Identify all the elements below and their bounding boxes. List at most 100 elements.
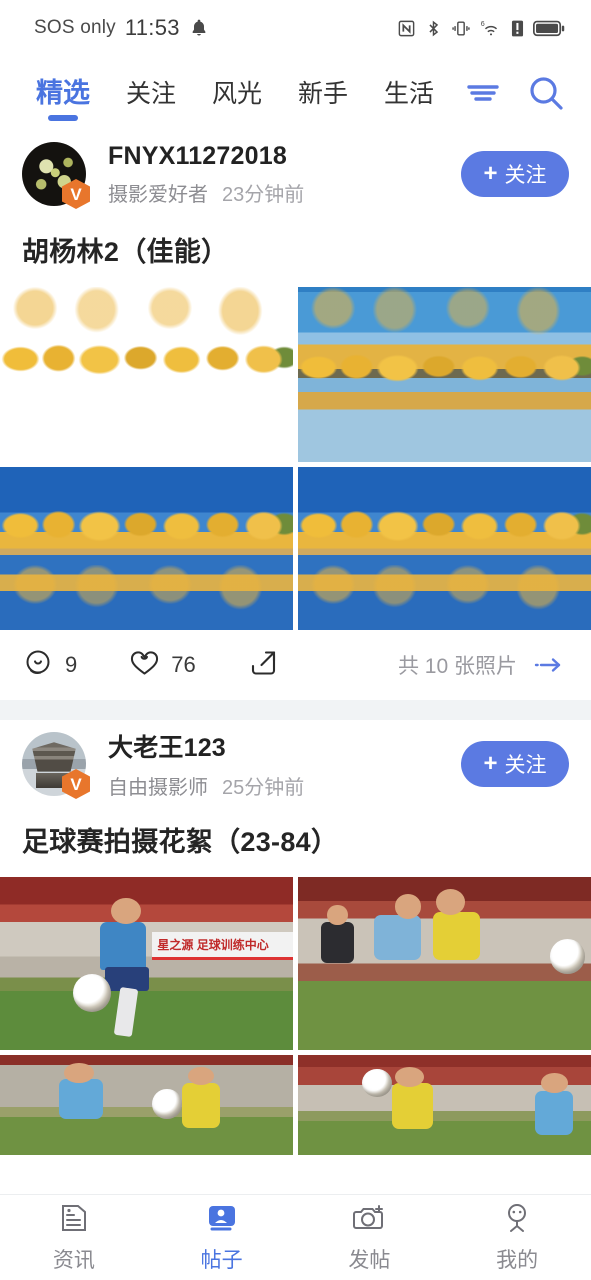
avatar[interactable]: V <box>22 732 90 799</box>
profile-icon <box>501 1201 533 1235</box>
posts-icon <box>206 1201 238 1235</box>
bluetooth-icon <box>425 19 442 38</box>
player-head <box>541 1073 568 1093</box>
bottom-navigation: 资讯 帖子 发帖 我的 <box>0 1194 591 1280</box>
arrow-right-icon[interactable] <box>533 654 567 676</box>
comment-action[interactable]: 9 <box>24 648 77 683</box>
player-leg <box>113 986 139 1038</box>
news-icon <box>58 1201 90 1235</box>
tab-jingxuan[interactable]: 精选 <box>18 77 108 121</box>
post-image-grid <box>0 287 591 630</box>
username: 大老王123 <box>108 734 226 762</box>
username: FNYX11272018 <box>108 141 287 170</box>
follow-button[interactable]: + 关注 <box>461 741 569 787</box>
post-user-meta: 大老王123 自由摄影师 25分钟前 <box>86 728 461 800</box>
nav-item-compose[interactable]: 发帖 <box>296 1201 444 1274</box>
post-title: 胡杨林2（佳能） <box>22 237 229 267</box>
player-torso <box>321 921 354 964</box>
plus-icon: + <box>483 750 498 777</box>
player-head <box>435 889 465 916</box>
nav-label: 发帖 <box>348 1249 391 1272</box>
tab-shenghuo[interactable]: 生活 <box>366 79 452 108</box>
tab-label: 风光 <box>212 79 263 108</box>
status-bar-left: SOS only 11:53 <box>34 15 209 41</box>
post-image[interactable] <box>298 467 591 630</box>
tab-label: 生活 <box>384 79 435 108</box>
user-subline: 摄影爱好者 23分钟前 <box>108 178 461 207</box>
comment-icon <box>24 648 54 683</box>
top-tab-bar: 精选 关注 风光 新手 生活 <box>0 56 591 130</box>
player-torso <box>181 1083 220 1128</box>
tab-list: 精选 关注 风光 新手 生活 <box>18 77 465 121</box>
post-divider <box>0 700 591 720</box>
plus-icon: + <box>483 160 498 187</box>
post-header: V FNYX11272018 摄影爱好者 23分钟前 + 关注 <box>0 130 591 216</box>
nav-label: 我的 <box>496 1249 539 1272</box>
active-tab-indicator <box>48 114 78 121</box>
player-head <box>111 897 141 924</box>
hamburger-menu-icon[interactable] <box>465 80 501 106</box>
soccer-ball <box>549 939 586 974</box>
post-time: 23分钟前 <box>222 183 305 206</box>
share-action[interactable] <box>248 648 278 683</box>
like-action[interactable]: 76 <box>129 648 196 682</box>
tab-guanzhu[interactable]: 关注 <box>108 81 194 107</box>
nfc-icon <box>397 19 416 38</box>
vibrate-icon <box>451 19 471 38</box>
battery-icon <box>533 19 565 38</box>
post-card[interactable]: V FNYX11272018 摄影爱好者 23分钟前 + 关注 胡杨林2（佳能） <box>0 130 591 700</box>
post-image[interactable] <box>0 467 293 630</box>
user-role: 摄影爱好者 <box>108 183 208 206</box>
follow-button[interactable]: + 关注 <box>461 151 569 197</box>
field-banner: 星之源 足球训练中心 <box>152 932 293 961</box>
carrier-label: SOS only <box>34 17 116 38</box>
clock-label: 11:53 <box>124 15 180 40</box>
player-head <box>394 894 422 919</box>
header-actions <box>465 74 569 112</box>
user-role: 自由摄影师 <box>108 777 208 799</box>
nav-item-profile[interactable]: 我的 <box>443 1201 591 1274</box>
alert-icon <box>511 19 524 38</box>
search-icon[interactable] <box>527 74 565 112</box>
post-image[interactable] <box>298 1055 591 1155</box>
tab-xinshou[interactable]: 新手 <box>280 81 366 107</box>
player-torso <box>99 921 147 971</box>
player-torso <box>391 1083 433 1129</box>
camera-plus-icon <box>352 1201 386 1235</box>
player-torso <box>535 1091 574 1135</box>
soccer-ball <box>362 1069 392 1097</box>
tab-fengguang[interactable]: 风光 <box>194 79 280 108</box>
follow-label: 关注 <box>504 164 547 187</box>
avatar[interactable]: V <box>22 142 90 209</box>
post-card[interactable]: V 大老王123 自由摄影师 25分钟前 + 关注 足球赛拍摄花絮（23-84）… <box>0 720 591 1155</box>
player-head <box>327 904 348 926</box>
post-image[interactable] <box>298 877 591 1050</box>
player-head <box>64 1063 94 1083</box>
photo-count-label: 共 10 张照片 <box>397 655 517 678</box>
player-head <box>394 1067 424 1087</box>
post-title: 足球赛拍摄花絮（23-84） <box>22 827 339 857</box>
user-subline: 自由摄影师 25分钟前 <box>108 771 461 800</box>
post-image[interactable] <box>298 287 591 462</box>
nav-item-posts[interactable]: 帖子 <box>148 1201 296 1274</box>
app-root: SOS only 11:53 6 精选 关注 风光 新手 生活 V FNYX11… <box>0 0 591 1280</box>
post-time: 25分钟前 <box>222 777 305 799</box>
soccer-ball <box>152 1089 182 1119</box>
post-user-meta: FNYX11272018 摄影爱好者 23分钟前 <box>86 142 461 207</box>
heart-icon <box>129 648 160 682</box>
nav-label: 帖子 <box>200 1249 243 1272</box>
nav-item-news[interactable]: 资讯 <box>0 1201 148 1274</box>
tab-label: 精选 <box>36 77 90 108</box>
post-image[interactable]: 星之源 足球训练中心 <box>0 877 293 1050</box>
post-image[interactable] <box>0 1055 293 1155</box>
status-bar-right: 6 <box>397 19 565 38</box>
post-image[interactable] <box>0 287 293 462</box>
comment-count: 9 <box>65 652 78 677</box>
player-head <box>187 1067 214 1085</box>
post-actions: 9 76 共 10 张照片 <box>0 630 591 700</box>
banner-text: 星之源 足球训练中心 <box>157 938 269 953</box>
svg-text:6: 6 <box>481 20 485 28</box>
nav-label: 资讯 <box>52 1249 95 1272</box>
bell-icon <box>189 18 209 38</box>
player-torso <box>58 1079 103 1119</box>
